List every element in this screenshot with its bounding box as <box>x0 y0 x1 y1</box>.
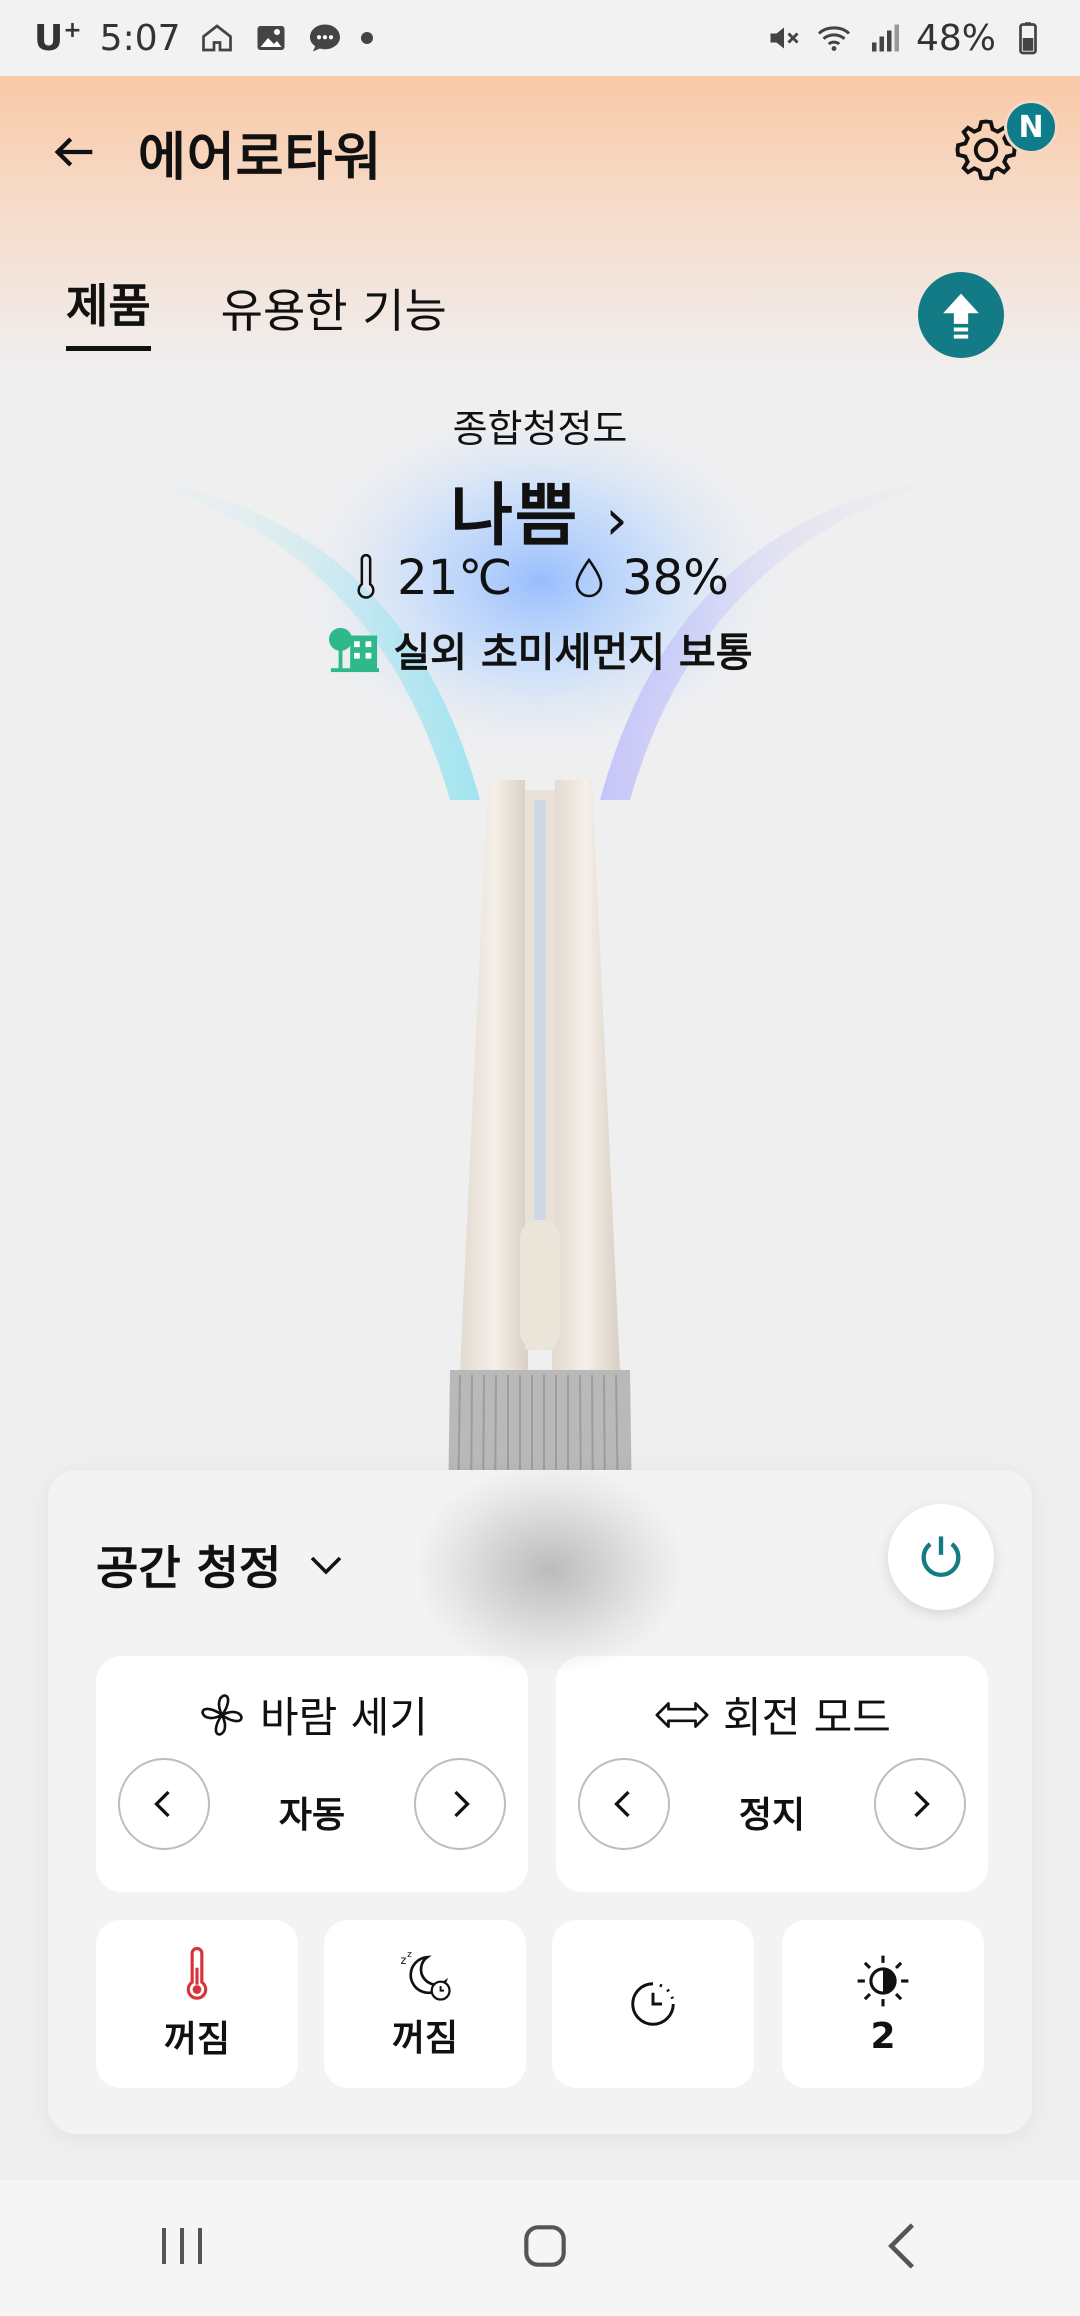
brightness-button[interactable]: 2 <box>782 1920 984 2088</box>
system-nav-bar <box>0 2180 1080 2316</box>
heating-toggle[interactable]: 꺼짐 <box>96 1920 298 2088</box>
system-back-button[interactable] <box>878 2218 928 2278</box>
wind-increase-button[interactable] <box>414 1758 506 1850</box>
gallery-icon <box>257 26 285 50</box>
page-title: 에어로타워 <box>138 127 383 188</box>
battery-label: 48% <box>915 17 996 59</box>
arrow-up-icon <box>943 293 979 339</box>
time-label: 5:07 <box>99 17 181 59</box>
home-icon <box>201 24 232 52</box>
tab-useful-features[interactable]: 유용한 기능 <box>221 275 447 351</box>
message-icon <box>309 24 340 52</box>
aerotower-product-image <box>448 780 632 1510</box>
rotation-next-button[interactable] <box>874 1758 966 1850</box>
tab-bar: 제품 유용한 기능 <box>66 270 447 351</box>
humidity-reading: 38% <box>572 550 729 606</box>
chevron-right-icon <box>454 1790 470 1818</box>
wind-strength-title: 바람 세기 <box>96 1684 528 1745</box>
sleep-mode-value: 꺼짐 <box>391 2018 459 2059</box>
sleep-icon: z z <box>400 1950 451 2001</box>
air-quality-label: 종합청정도 <box>452 407 628 451</box>
wifi-icon <box>817 26 851 51</box>
mode-label: 공간 청정 <box>96 1541 282 1595</box>
thermometer-icon <box>186 1946 208 2000</box>
battery-icon <box>1019 22 1037 55</box>
droplet-icon <box>575 557 603 598</box>
app-header: 에어로타워 N <box>0 76 1080 228</box>
svg-text:z: z <box>400 1954 406 1967</box>
home-button[interactable] <box>517 2218 573 2278</box>
chevron-down-icon <box>311 1556 342 1575</box>
power-button[interactable] <box>888 1504 994 1610</box>
chevron-right-icon: › <box>605 488 630 553</box>
mute-icon <box>770 27 799 49</box>
mode-selector[interactable]: 공간 청정 <box>96 1532 347 1598</box>
recent-apps-icon <box>162 2228 203 2264</box>
temperature-reading: 21℃ <box>351 550 512 606</box>
rotation-mode-title: 회전 모드 <box>556 1684 988 1745</box>
sleep-mode-toggle[interactable]: z z 꺼짐 <box>324 1920 526 2088</box>
status-bar: U+ 5:07 48% <box>0 0 1080 76</box>
power-icon <box>921 1536 961 1577</box>
fan-icon <box>201 1693 243 1736</box>
product-shadow <box>420 1470 680 1670</box>
home-square-icon <box>524 2225 566 2267</box>
tab-product[interactable]: 제품 <box>66 270 151 351</box>
back-button[interactable] <box>40 117 110 187</box>
chevron-right-icon <box>914 1790 930 1818</box>
svg-text:z: z <box>407 1950 412 1960</box>
thermometer-icon <box>357 553 375 599</box>
wind-strength-card: 바람 세기 자동 <box>96 1656 528 1892</box>
brightness-icon <box>857 1955 909 2006</box>
timer-button[interactable] <box>552 1920 754 2088</box>
recent-apps-button[interactable] <box>152 2221 212 2275</box>
arrow-left-icon <box>54 137 93 167</box>
carrier-label: U+ <box>34 17 82 59</box>
timer-icon <box>631 1982 675 2026</box>
outdoor-building-icon <box>329 627 380 673</box>
chevron-left-icon <box>887 2223 914 2269</box>
heating-value: 꺼짐 <box>163 2019 231 2060</box>
notification-badge: N <box>1004 100 1058 154</box>
air-quality-value[interactable]: 나쁨 › <box>0 460 1080 559</box>
indoor-readings: 21℃ 38% <box>0 550 1080 606</box>
signal-icon <box>871 24 899 52</box>
brightness-value: 2 <box>870 2015 896 2057</box>
outdoor-dust-status: 실외 초미세먼지 보통 <box>0 620 1080 678</box>
rotation-arrows-icon <box>655 1701 709 1728</box>
rotation-mode-card: 회전 모드 정지 <box>556 1656 988 1892</box>
scroll-top-button[interactable] <box>918 272 1004 358</box>
notification-dot <box>360 32 373 44</box>
